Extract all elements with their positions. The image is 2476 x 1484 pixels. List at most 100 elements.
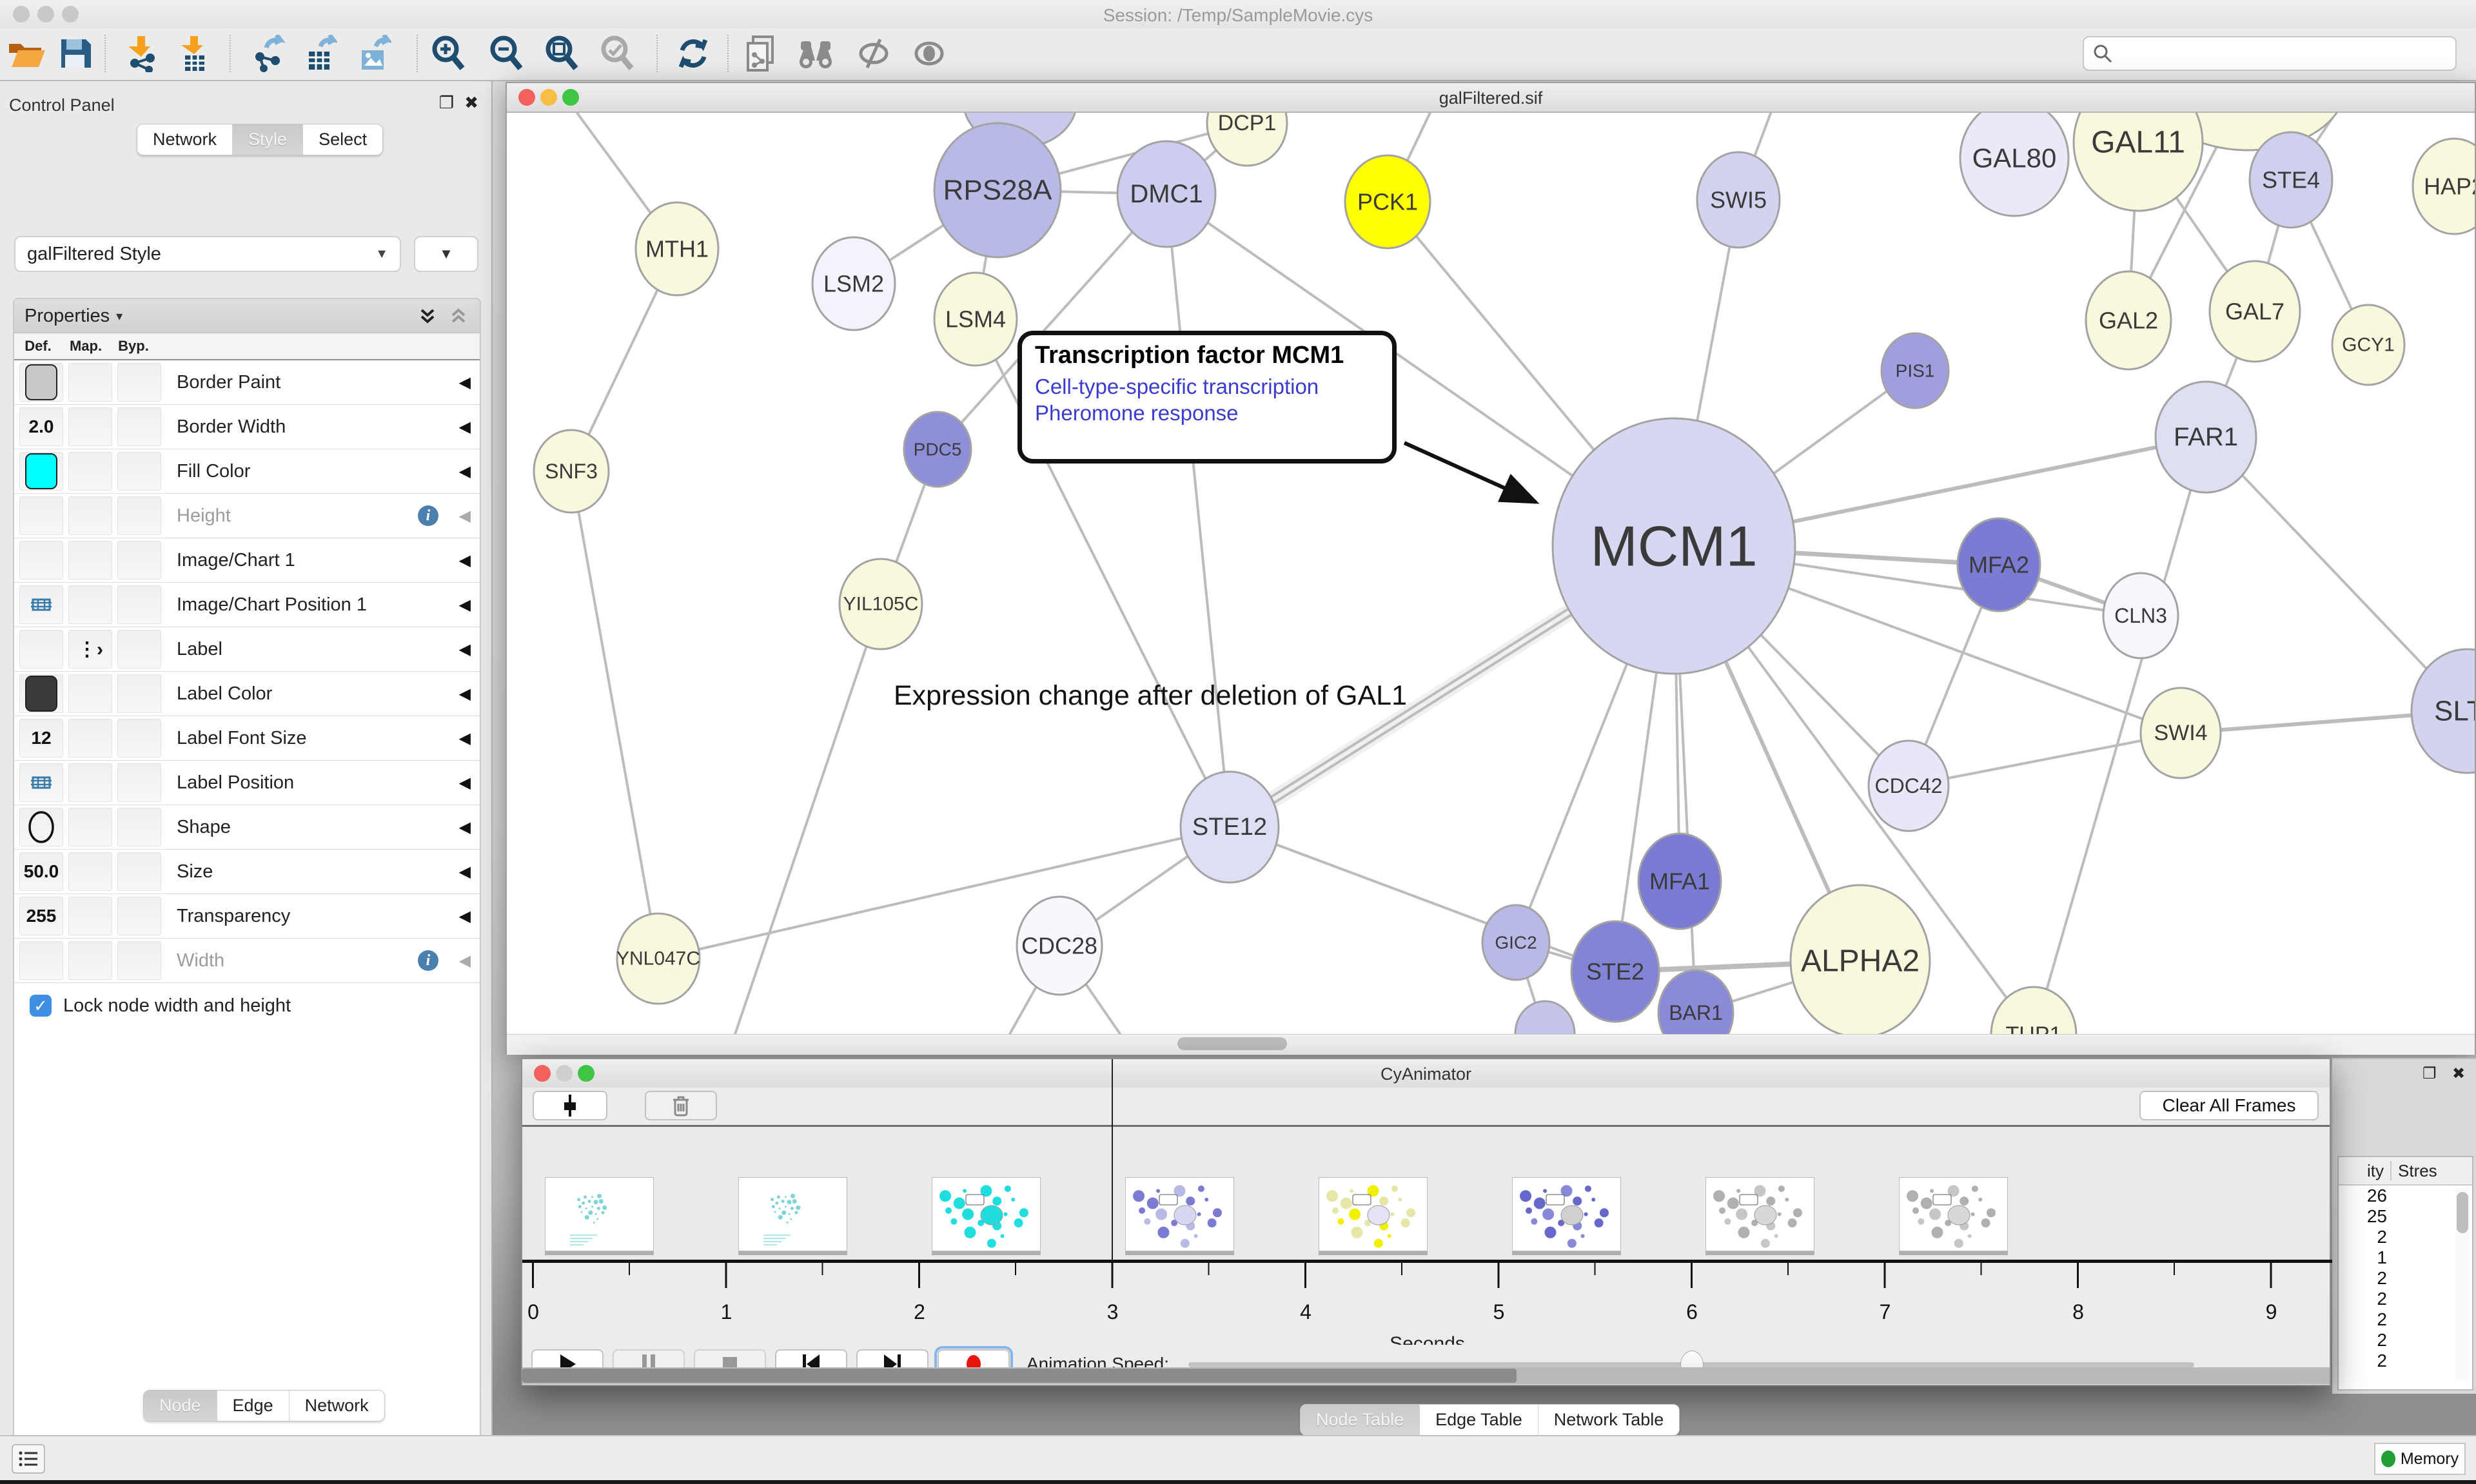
tab-node-table[interactable]: Node Table [1301, 1405, 1420, 1435]
node-mcm1[interactable]: MCM1 [1553, 418, 1795, 674]
clear-all-frames-button[interactable]: Clear All Frames [2139, 1091, 2319, 1120]
node-gal80[interactable]: GAL80 [1960, 113, 2068, 216]
expand-row-arrow[interactable]: ◀ [445, 685, 480, 703]
expand-row-arrow[interactable]: ◀ [445, 640, 480, 659]
node-rps28a[interactable]: RPS28A [934, 123, 1061, 257]
annotation-box[interactable]: Transcription factor MCM1 Cell-type-spec… [1017, 331, 1397, 464]
zoom-in-button[interactable] [427, 32, 469, 75]
property-row-width[interactable]: Widthi◀ [14, 939, 480, 983]
mapping-cell[interactable] [68, 897, 112, 935]
tab-edge[interactable]: Edge [217, 1391, 290, 1421]
mapping-cell[interactable] [68, 585, 112, 624]
expand-row-arrow[interactable]: ◀ [445, 551, 480, 570]
node-alpha2[interactable]: ALPHA2 [1791, 885, 1930, 1034]
search-field[interactable] [2083, 36, 2457, 71]
default-cell[interactable]: 12 [19, 719, 63, 757]
tab-select[interactable]: Select [303, 124, 382, 155]
import-network-button[interactable] [120, 32, 162, 75]
node-slt2[interactable]: SLT2 [2412, 649, 2475, 773]
node-cln3[interactable]: CLN3 [2103, 573, 2178, 658]
delete-frame-button[interactable] [645, 1091, 717, 1120]
zoom-fit-button[interactable] [540, 32, 583, 75]
node-pis1[interactable]: PIS1 [1882, 333, 1949, 408]
tab-network[interactable]: Network [137, 124, 233, 155]
node-cdc28[interactable]: CDC28 [1017, 897, 1102, 995]
node-lsm2[interactable]: LSM2 [812, 237, 895, 330]
mapping-cell[interactable] [68, 808, 112, 846]
default-cell[interactable] [19, 496, 63, 535]
node-pck1[interactable]: PCK1 [1345, 155, 1430, 248]
properties-header[interactable]: Properties ▾ [14, 299, 480, 333]
mapping-cell[interactable] [68, 852, 112, 891]
default-cell[interactable]: 2.0 [19, 407, 63, 446]
lock-size-checkbox[interactable]: ✓ [30, 995, 52, 1017]
info-icon[interactable]: i [418, 505, 438, 526]
node-mfa2[interactable]: MFA2 [1958, 518, 2040, 611]
frame-thumbnail-7s[interactable] [1899, 1177, 2008, 1251]
style-options-button[interactable]: ▼ [414, 236, 478, 272]
property-row-fill-color[interactable]: Fill Color◀ [14, 449, 480, 494]
node-ynl047c[interactable]: YNL047C [616, 913, 700, 1004]
expand-row-arrow[interactable]: ◀ [445, 418, 480, 436]
frame-thumbnail-3s[interactable] [1125, 1177, 1234, 1251]
scrollbar-thumb[interactable] [2457, 1192, 2468, 1233]
frame-thumbnail-6s[interactable] [1705, 1177, 1814, 1251]
node-mth1[interactable]: MTH1 [636, 202, 718, 295]
default-cell[interactable] [19, 808, 63, 846]
node-snf3[interactable]: SNF3 [534, 430, 609, 513]
playhead[interactable] [1112, 1059, 1113, 1260]
default-cell[interactable] [19, 941, 63, 980]
default-cell[interactable] [19, 363, 63, 402]
default-cell[interactable] [19, 452, 63, 491]
close-panel-icon[interactable]: ✖ [464, 93, 478, 113]
property-row-size[interactable]: 50.0Size◀ [14, 850, 480, 894]
mapping-cell[interactable] [68, 452, 112, 491]
property-row-label[interactable]: ⋮›Label◀ [14, 627, 480, 672]
column-header[interactable]: ity [2339, 1161, 2384, 1181]
bypass-cell[interactable] [117, 674, 161, 713]
network-canvas[interactable]: DCP1RPS28ADMC1PCK1MTH1LSM2LSM4SWI5GAL80G… [507, 113, 2475, 1034]
node-gcy1[interactable]: GCY1 [2332, 305, 2404, 385]
find-button[interactable] [794, 32, 837, 75]
property-row-transparency[interactable]: 255Transparency◀ [14, 894, 480, 939]
bypass-cell[interactable] [117, 496, 161, 535]
mapping-cell[interactable]: ⋮› [68, 630, 112, 669]
mapping-cell[interactable] [68, 541, 112, 580]
zoom-out-button[interactable] [485, 32, 527, 75]
frame-thumbnail-4s[interactable] [1319, 1177, 1428, 1251]
node-gic2[interactable]: GIC2 [1482, 905, 1549, 980]
open-session-button[interactable] [5, 32, 48, 75]
table-vertical-scrollbar[interactable] [2455, 1187, 2470, 1380]
tab-network-table[interactable]: Network Table [1538, 1405, 1680, 1435]
default-cell[interactable]: 255 [19, 897, 63, 935]
node-ste2[interactable]: STE2 [1571, 921, 1659, 1022]
import-table-button[interactable] [173, 32, 215, 75]
table-cell[interactable]: 2 [2339, 1289, 2472, 1309]
export-image-button[interactable] [352, 32, 395, 75]
mapping-cell[interactable] [68, 719, 112, 757]
capture-frame-button[interactable] [533, 1091, 607, 1120]
frame-thumbnail-1s[interactable] [738, 1177, 847, 1251]
show-all-button[interactable] [908, 32, 950, 75]
free-text-annotation[interactable]: Expression change after deletion of GAL1 [894, 680, 1407, 712]
property-row-label-color[interactable]: Label Color◀ [14, 672, 480, 716]
bypass-cell[interactable] [117, 808, 161, 846]
collapse-all-icon[interactable] [417, 305, 438, 327]
property-row-border-width[interactable]: 2.0Border Width◀ [14, 405, 480, 449]
bypass-cell[interactable] [117, 719, 161, 757]
bypass-cell[interactable] [117, 941, 161, 980]
expand-row-arrow[interactable]: ◀ [445, 774, 480, 792]
table-cell[interactable]: 26 [2339, 1186, 2472, 1206]
node-gal2[interactable]: GAL2 [2086, 271, 2171, 369]
node-pdc5[interactable]: PDC5 [904, 412, 971, 487]
mapping-cell[interactable] [68, 763, 112, 802]
mapping-cell[interactable] [68, 363, 112, 402]
save-session-button[interactable] [54, 32, 97, 75]
node-dcp1[interactable]: DCP1 [1207, 113, 1287, 166]
hide-selected-button[interactable] [852, 32, 895, 75]
bypass-cell[interactable] [117, 897, 161, 935]
table-cell[interactable]: 2 [2339, 1330, 2472, 1351]
expand-row-arrow[interactable]: ◀ [445, 462, 480, 481]
tab-style[interactable]: Style [233, 124, 303, 155]
expand-row-arrow[interactable]: ◀ [445, 596, 480, 614]
